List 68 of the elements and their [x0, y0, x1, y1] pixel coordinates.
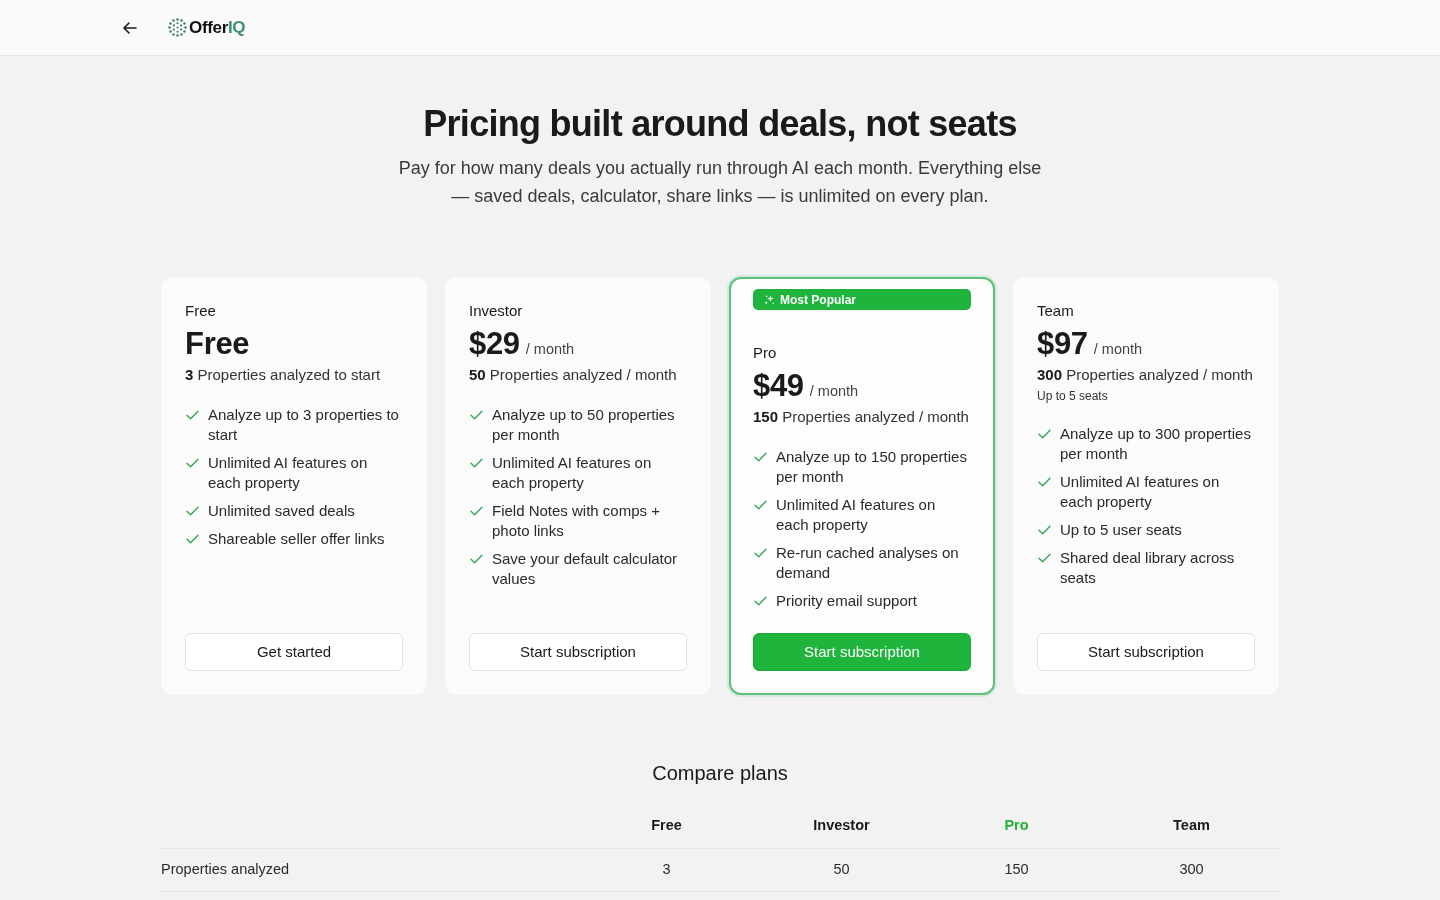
row-label: Properties analyzed	[161, 860, 291, 880]
plan-price: Free	[185, 326, 250, 362]
feature-text: Re-run cached analyses on demand	[776, 543, 960, 583]
check-icon	[754, 596, 767, 606]
feature-text: Shared deal library across seats	[1060, 548, 1236, 588]
plan-price: $97	[1037, 326, 1088, 362]
page-title: Pricing built around deals, not seats	[423, 104, 1017, 144]
column-header: Free	[650, 815, 683, 835]
plan-quota: 50 Properties analyzed / month	[469, 365, 678, 385]
column-header: Investor	[812, 815, 871, 835]
check-icon	[754, 548, 767, 558]
sparkle-icon	[764, 294, 775, 305]
feature-text: Priority email support	[776, 591, 917, 611]
table-cell-text: 300	[1178, 860, 1205, 880]
feature-text: Unlimited AI features on each property	[776, 495, 937, 535]
check-icon	[186, 506, 199, 516]
table-cell-text: 3	[661, 860, 672, 880]
logo-icon	[168, 18, 187, 37]
plan-name: Team	[1037, 301, 1075, 321]
feature-text: Unlimited AI features on each property	[1060, 472, 1221, 512]
check-icon	[186, 458, 199, 468]
check-icon	[470, 506, 483, 516]
column-header: Pro	[1003, 815, 1030, 835]
price-period: / month	[809, 382, 859, 401]
plan-quota: 3 Properties analyzed to start	[185, 365, 382, 385]
check-icon	[470, 458, 483, 468]
check-icon	[186, 534, 199, 544]
feature-text: Analyze up to 50 properties per month	[492, 405, 676, 445]
table-cell-text: 50	[832, 860, 851, 880]
price-period: / month	[525, 340, 575, 359]
feature-text: Unlimited saved deals	[208, 501, 355, 521]
popular-label: Most Popular	[780, 291, 856, 308]
check-icon	[470, 410, 483, 420]
subscribe-button[interactable]: Get started	[185, 633, 403, 671]
feature-text: Save your default calculator values	[492, 549, 679, 589]
logo-wordmark[interactable]: OfferIQ	[189, 14, 246, 41]
check-icon	[754, 452, 767, 462]
check-icon	[186, 410, 199, 420]
table-cell-text: 150	[1003, 860, 1030, 880]
feature-text: Shareable seller offer links	[208, 529, 385, 549]
check-icon	[1038, 429, 1051, 439]
check-icon	[1038, 525, 1051, 535]
feature-text: Analyze up to 150 properties per month	[776, 447, 968, 487]
plan-quota: 150 Properties analyzed / month	[753, 407, 970, 427]
compare-title: Compare plans	[652, 761, 788, 786]
arrow-left-icon	[123, 21, 137, 34]
plan-name: Free	[185, 301, 217, 321]
plan-name: Investor	[469, 301, 524, 321]
price-period: / month	[1093, 340, 1143, 359]
plan-note: Up to 5 seats	[1037, 388, 1109, 404]
plan-name: Pro	[753, 343, 778, 363]
feature-text: Unlimited AI features on each property	[208, 453, 369, 493]
column-header: Team	[1172, 815, 1211, 835]
feature-text: Up to 5 user seats	[1060, 520, 1182, 540]
check-icon	[470, 554, 483, 564]
feature-text: Analyze up to 3 properties to start	[208, 405, 400, 445]
subscribe-button[interactable]: Start subscription	[469, 633, 687, 671]
feature-text: Analyze up to 300 properties per month	[1060, 424, 1252, 464]
feature-text: Field Notes with comps + photo links	[492, 501, 661, 541]
check-icon	[1038, 477, 1051, 487]
subscribe-button[interactable]: Start subscription	[1037, 633, 1255, 671]
plan-price: $49	[753, 368, 804, 404]
page-subtitle: Pay for how many deals you actually run through AI each month. Everything else — saved deals, calculator, share links — is unlimited on every plan.	[397, 157, 1043, 208]
plan-price: $29	[469, 326, 520, 362]
check-icon	[1038, 553, 1051, 563]
plan-quota: 300 Properties analyzed / month	[1037, 365, 1254, 385]
feature-text: Unlimited AI features on each property	[492, 453, 653, 493]
check-icon	[754, 500, 767, 510]
